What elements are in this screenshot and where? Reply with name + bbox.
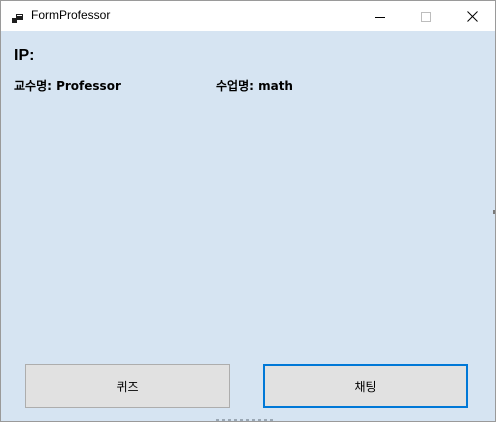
close-button[interactable] [449, 1, 495, 31]
maximize-icon [421, 7, 431, 26]
form-client-area: IP: 교수명: Professor 수업명: math 퀴즈 채팅 [1, 31, 495, 421]
form-professor-window: FormProfessor IP: 교수명: Professor 수업명: ma… [0, 0, 496, 422]
ip-label: IP: [14, 47, 35, 64]
chat-button[interactable]: 채팅 [263, 364, 468, 408]
maximize-button[interactable] [403, 1, 449, 31]
quiz-button[interactable]: 퀴즈 [25, 364, 230, 408]
window-edge-mark [493, 210, 495, 214]
close-icon [466, 7, 478, 26]
app-form-icon [12, 10, 24, 23]
background-window-fragment [216, 419, 276, 421]
minimize-icon [375, 7, 385, 26]
window-title: FormProfessor [31, 8, 111, 22]
professor-name-label: 교수명: Professor [14, 79, 121, 93]
class-name-label: 수업명: math [216, 79, 293, 93]
minimize-button[interactable] [357, 1, 403, 31]
title-bar[interactable]: FormProfessor [1, 1, 495, 31]
